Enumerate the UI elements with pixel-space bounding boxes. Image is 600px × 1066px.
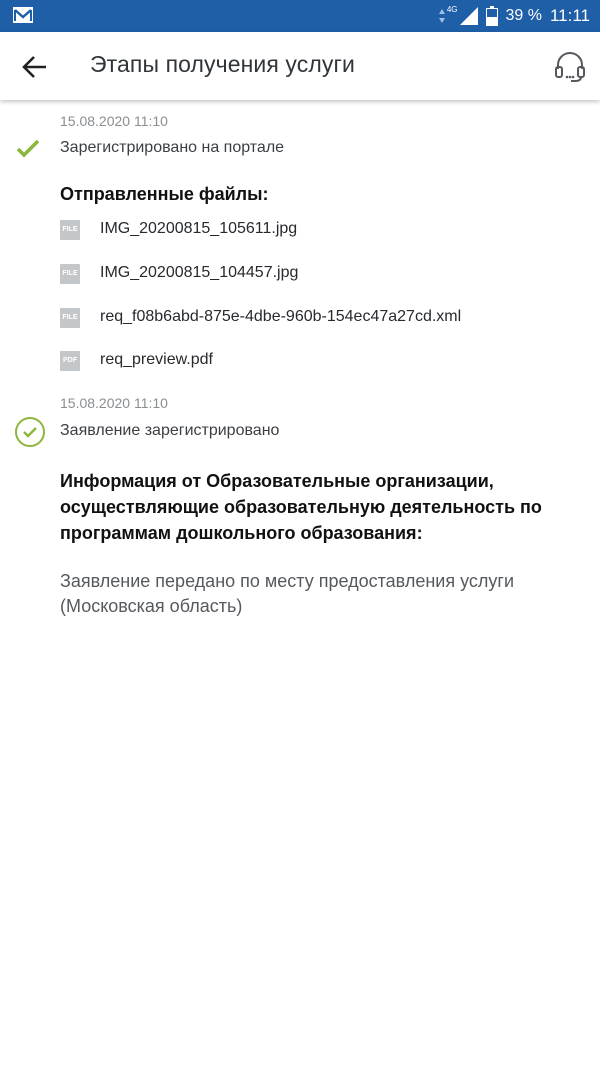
file-icon: FILE [60,308,80,328]
event-date: 15.08.2020 11:10 [60,113,168,129]
file-item[interactable]: FILE req_f08b6abd-875e-4dbe-960b-154ec47… [60,306,580,330]
files-title: Отправленные файлы: [60,184,269,204]
event-date: 15.08.2020 11:10 [60,395,168,411]
event-label: Зарегистрировано на портале [60,139,285,156]
pdf-file-icon: PDF [60,351,80,371]
clock: 11:11 [549,6,590,25]
info-title: Информация от Образовательные организаци… [60,471,542,543]
info-text: Заявление передано по месту предоставлен… [60,571,515,616]
arrow-left-icon [22,56,46,78]
file-name: IMG_20200815_105611.jpg [100,220,298,237]
data-arrows-icon [438,9,445,23]
file-name: req_f08b6abd-875e-4dbe-960b-154ec47a27cd… [100,308,462,325]
checkmark-icon [14,133,46,165]
file-icon: FILE [60,264,80,284]
status-bar: 4G 39 % 11:11 [0,0,600,32]
page-title: Этапы получения услуги [90,51,355,77]
check-circle-icon [14,416,46,448]
event-label: Заявление зарегистрировано [60,422,280,439]
file-name: IMG_20200815_104457.jpg [100,264,299,281]
file-name: req_preview.pdf [100,351,213,368]
battery-icon [485,6,498,26]
network-type: 4G [446,5,458,14]
app-bar: Этапы получения услуги [0,32,600,100]
gmail-icon [12,5,34,30]
back-button[interactable] [20,52,50,82]
file-item[interactable]: FILE IMG_20200815_105611.jpg [60,218,580,242]
support-button[interactable] [553,50,587,84]
signal-indicator: 4G [438,5,478,25]
file-item[interactable]: PDF req_preview.pdf [60,349,580,373]
file-item[interactable]: FILE IMG_20200815_104457.jpg [60,262,580,286]
file-icon: FILE [60,220,80,240]
signal-icon [459,7,478,25]
battery-level: 39 % [505,7,542,24]
headset-icon [555,52,585,82]
